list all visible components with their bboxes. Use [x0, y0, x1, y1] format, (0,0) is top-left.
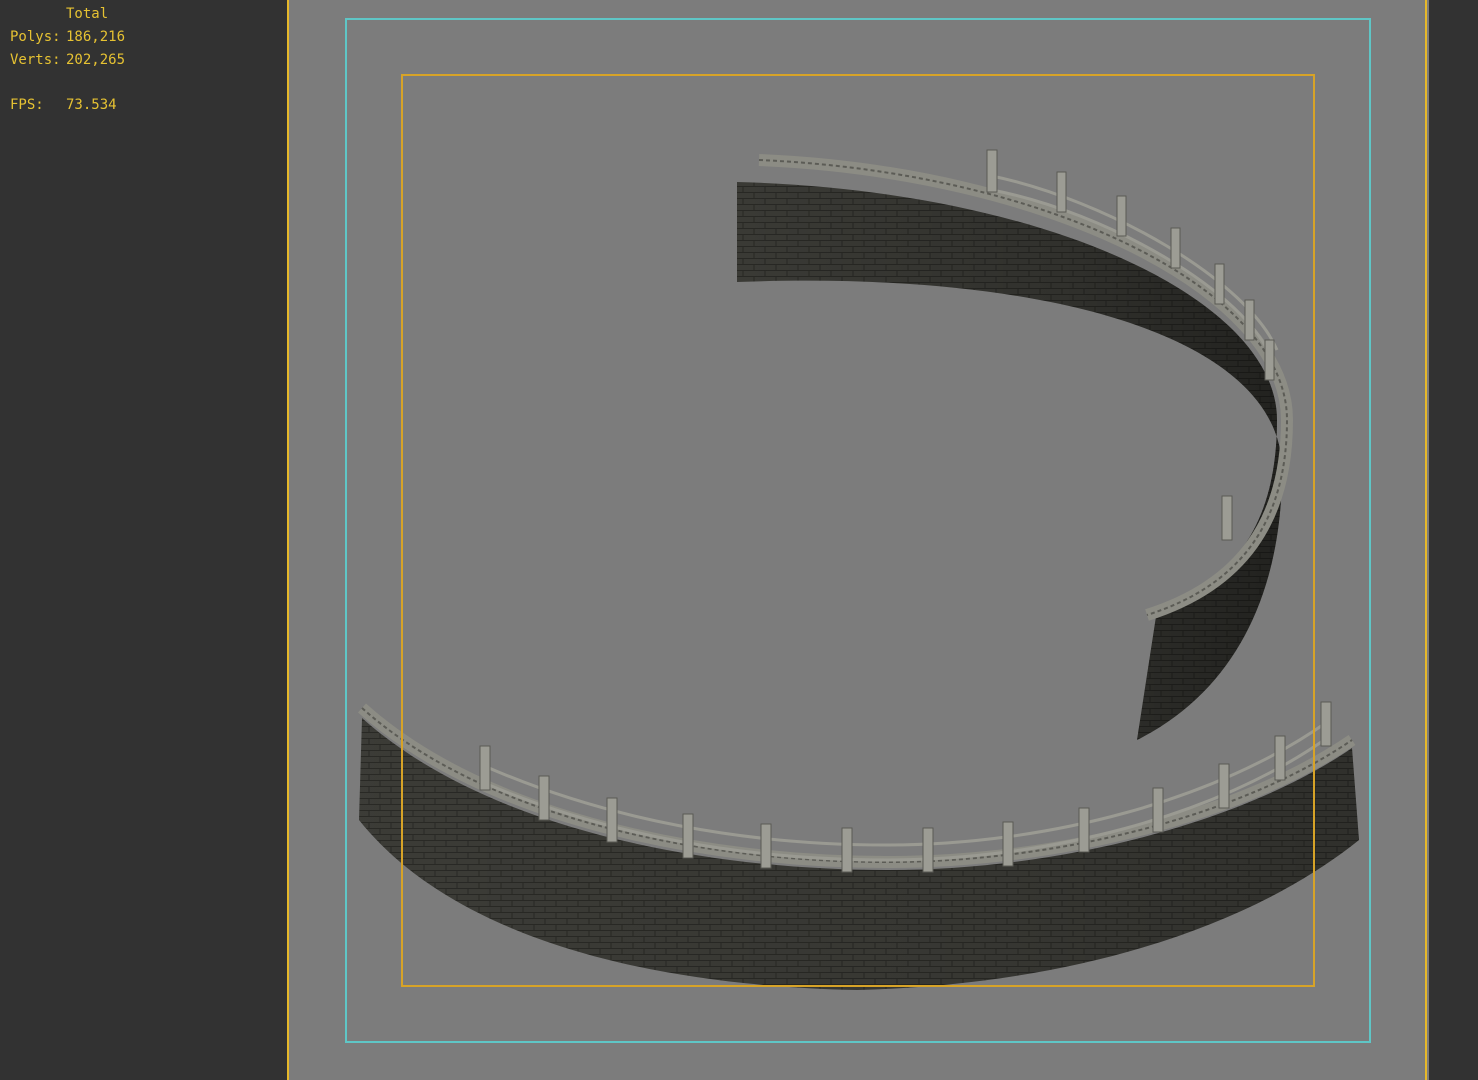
polys-label: Polys: [10, 29, 61, 45]
side-panel-right [1429, 0, 1478, 1080]
polys-value: 186,216 [66, 29, 126, 45]
verts-value: 202,265 [66, 52, 126, 68]
viewport-statistics-panel: Total Polys: 186,216 Verts: 202,265 FPS:… [0, 0, 287, 1080]
verts-label: Verts: [10, 52, 61, 68]
fps-value: 73.534 [66, 97, 117, 113]
3d-viewport[interactable] [287, 0, 1429, 1080]
fps-label: FPS: [10, 97, 44, 113]
stats-header: Total [66, 6, 109, 22]
action-safe-frame [401, 74, 1315, 987]
